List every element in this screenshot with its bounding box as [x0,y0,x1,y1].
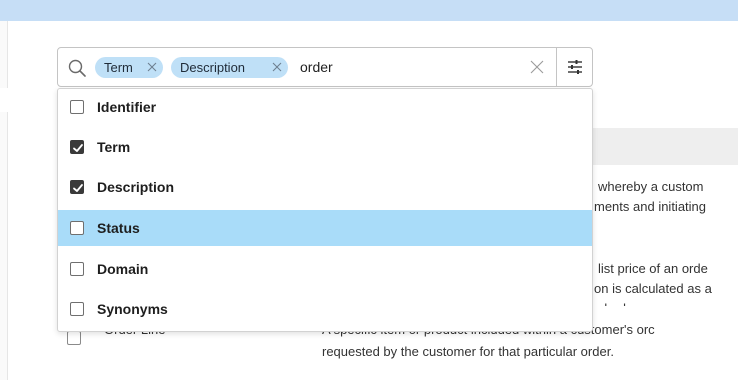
checkbox[interactable] [70,262,84,276]
remove-chip-icon[interactable] [272,62,282,72]
option-label: Term [97,139,131,155]
top-bar [0,0,738,21]
search-query[interactable]: order [300,57,333,78]
table-cell-text: list price of an orde [598,261,708,276]
left-panel-edge [0,21,8,380]
option-label: Status [97,220,140,236]
option-synonyms[interactable]: Synonyms [58,291,592,327]
filter-chip-description[interactable]: Description [171,57,288,78]
row-checkbox[interactable] [67,331,81,345]
checkbox[interactable] [70,302,84,316]
option-domain[interactable]: Domain [58,251,592,287]
option-label: Description [97,179,175,195]
table-cell-text: on is calculated as a [594,281,712,296]
filter-chip-term[interactable]: Term [95,57,163,78]
row-description: requested by the customer for that parti… [322,344,614,359]
table-cell-text: whereby a custom [598,179,704,194]
sliders-icon [568,60,582,74]
chip-label: Description [180,60,246,75]
search-field[interactable]: Term Description order [57,47,593,87]
option-label: Identifier [97,99,157,115]
table-cell-text: ments and initiating [594,199,707,214]
checkbox[interactable] [70,180,84,194]
clear-search-icon[interactable] [530,60,544,74]
checkbox[interactable] [70,100,84,114]
checkbox[interactable] [70,140,84,154]
checkmark-icon [73,144,83,152]
checkmark-icon [73,184,83,192]
filter-settings-button[interactable] [557,48,593,86]
option-status[interactable]: Status [58,210,592,246]
chip-label: Term [104,60,133,75]
option-label: Synonyms [97,301,168,317]
option-term[interactable]: Term [58,129,592,165]
option-label: Domain [97,261,149,277]
option-identifier[interactable]: Identifier [58,89,592,125]
remove-chip-icon[interactable] [147,62,157,72]
table-cell-text: dard [600,300,626,306]
checkbox[interactable] [70,221,84,235]
search-icon [68,59,86,77]
left-panel-gap [0,88,8,112]
column-select-dropdown: Identifier Term Description Status Domai… [57,88,593,332]
option-description[interactable]: Description [58,169,592,205]
